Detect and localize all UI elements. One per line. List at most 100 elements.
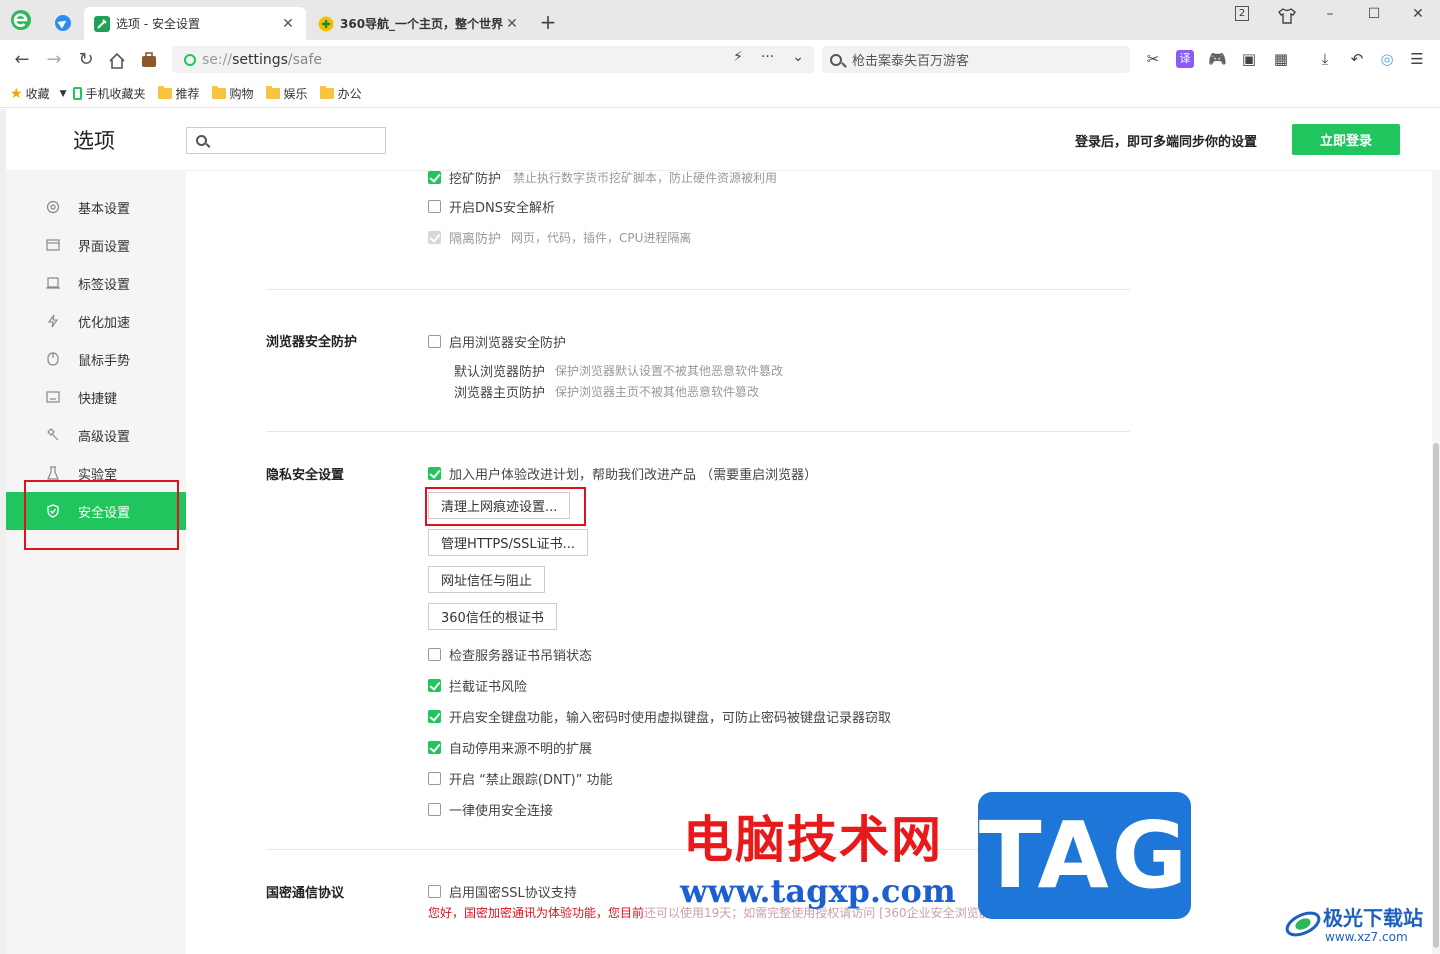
menu-icon[interactable]: ☰: [1408, 50, 1426, 68]
url-trust-block-button[interactable]: 网址信任与阻止: [428, 566, 546, 593]
highlight-box-sidebar: [24, 480, 179, 550]
chevron-down-icon[interactable]: ⌄: [792, 49, 804, 65]
search-icon: [830, 53, 842, 66]
sidebar-item-label: 界面设置: [78, 239, 131, 255]
checkbox[interactable]: [428, 803, 441, 816]
scissors-icon[interactable]: ✂: [1144, 50, 1162, 68]
tab-settings[interactable]: 选项 - 安全设置 ✕: [84, 7, 306, 40]
bookmark-folder[interactable]: 娱乐: [265, 85, 308, 102]
scrollbar-thumb[interactable]: [1433, 443, 1439, 948]
bookmark-label: 推荐: [175, 87, 200, 101]
folder-icon: [265, 86, 280, 99]
setting-label: 默认浏览器防护: [454, 365, 546, 380]
checkbox[interactable]: [428, 772, 441, 785]
briefcase-icon[interactable]: [140, 51, 158, 69]
setting-gm-ssl[interactable]: 启用国密SSL协议支持: [428, 882, 577, 901]
bookmark-folder[interactable]: 推荐: [157, 85, 200, 102]
close-tab-icon[interactable]: ✕: [280, 16, 296, 32]
folder-icon: [157, 86, 172, 99]
apps-grid-icon[interactable]: ▦: [1272, 50, 1290, 68]
refresh-icon[interactable]: ↻: [74, 48, 98, 72]
sidebar-item-advanced[interactable]: 高级设置: [6, 416, 186, 454]
jiguang-name: 极光下载站: [1323, 906, 1423, 930]
bookmark-folder[interactable]: 办公: [319, 85, 362, 102]
setting-browser-protect[interactable]: 启用浏览器安全防护: [428, 332, 566, 351]
telegram-icon[interactable]: [55, 15, 71, 31]
undo-icon[interactable]: ↶: [1348, 50, 1366, 68]
setting-check-revocation[interactable]: 检查服务器证书吊销状态: [428, 645, 592, 664]
sidebar-item-basic[interactable]: 基本设置: [6, 188, 186, 226]
checkbox[interactable]: [428, 335, 441, 348]
checkbox[interactable]: [428, 467, 441, 480]
bookmark-favorites[interactable]: ★ 收藏 ▼: [10, 85, 67, 102]
bookmark-folder[interactable]: 购物: [211, 85, 254, 102]
bookmarks-bar: ★ 收藏 ▼ 手机收藏夹 推荐 购物 娱乐 办公: [0, 80, 1440, 108]
lightning-icon[interactable]: ⚡: [733, 49, 743, 65]
setting-disable-unknown-ext[interactable]: 自动停用来源不明的扩展: [428, 738, 592, 757]
sidebar-item-label: 快捷键: [78, 391, 118, 407]
manage-ssl-certificates-button[interactable]: 管理HTTPS/SSL证书...: [428, 529, 589, 556]
address-bar[interactable]: se://settings/safe ⚡ ··· ⌄: [172, 46, 814, 73]
secure-page-icon: [184, 53, 196, 66]
login-button[interactable]: 立即登录: [1292, 124, 1400, 155]
setting-label: 自动停用来源不明的扩展: [449, 742, 593, 757]
close-tab-icon[interactable]: ✕: [504, 16, 520, 32]
reader-icon[interactable]: ▣: [1240, 50, 1258, 68]
home-icon[interactable]: [108, 52, 126, 70]
setting-label: 挖矿防护: [449, 172, 502, 187]
sidebar-item-mouse[interactable]: 鼠标手势: [6, 340, 186, 378]
setting-label: 开启 “禁止跟踪(DNT)” 功能: [449, 773, 613, 788]
checkbox[interactable]: [428, 200, 441, 213]
maximize-icon[interactable]: ☐: [1364, 6, 1384, 26]
sidebar-item-ui[interactable]: 界面设置: [6, 226, 186, 264]
sidebar-item-label: 标签设置: [78, 277, 131, 293]
setting-label: 检查服务器证书吊销状态: [449, 649, 593, 664]
tab-strip: 选项 - 安全设置 ✕ 360导航_一个主页，整个世界 ✕ + 2 – ☐ ✕: [0, 0, 1440, 40]
close-window-icon[interactable]: ✕: [1408, 6, 1428, 26]
section-title-browser-protect: 浏览器安全防护: [266, 335, 358, 350]
setting-label: 隔离防护: [449, 232, 502, 247]
bookmark-label: 购物: [229, 87, 254, 101]
sidebar-item-shortcuts[interactable]: 快捷键: [6, 378, 186, 416]
more-icon[interactable]: ···: [761, 49, 774, 65]
forward-icon[interactable]: →: [42, 48, 66, 72]
caret-down-icon[interactable]: ▼: [60, 89, 67, 99]
lightning-icon: [47, 314, 59, 328]
bookmark-label: 收藏: [25, 87, 50, 101]
sidebar-item-label: 优化加速: [78, 315, 131, 331]
gamepad-icon[interactable]: 🎮: [1208, 50, 1227, 68]
new-tab-button[interactable]: +: [538, 10, 558, 34]
browser-assistant-icon[interactable]: ◎: [1378, 50, 1396, 68]
bookmark-mobile[interactable]: 手机收藏夹: [72, 85, 146, 102]
setting-dnt[interactable]: 开启 “禁止跟踪(DNT)” 功能: [428, 769, 613, 788]
checkbox[interactable]: [428, 171, 441, 184]
trusted-root-cert-button[interactable]: 360信任的根证书: [428, 603, 557, 630]
checkbox[interactable]: [428, 648, 441, 661]
back-icon[interactable]: ←: [10, 48, 34, 72]
checkbox[interactable]: [428, 741, 441, 754]
search-input[interactable]: 枪击案泰失百万游客: [822, 46, 1130, 73]
setting-label: 启用浏览器安全防护: [449, 336, 567, 351]
setting-cert-risk[interactable]: 拦截证书风险: [428, 676, 527, 695]
browser-logo-icon[interactable]: [10, 9, 32, 31]
sidebar-item-speed[interactable]: 优化加速: [6, 302, 186, 340]
tab-360-nav[interactable]: 360导航_一个主页，整个世界 ✕: [308, 7, 530, 40]
setting-ux-plan[interactable]: 加入用户体验改进计划，帮助我们改进产品 （需要重启浏览器）: [428, 464, 817, 483]
setting-mining-protect[interactable]: 挖矿防护 禁止执行数字货币挖矿脚本，防止硬件资源被利用: [428, 171, 777, 187]
checkbox[interactable]: [428, 679, 441, 692]
checkbox[interactable]: [428, 710, 441, 723]
tab-title: 360导航_一个主页，整个世界: [340, 17, 504, 31]
setting-dns[interactable]: 开启DNS安全解析: [428, 197, 555, 216]
setting-always-https[interactable]: 一律使用安全连接: [428, 800, 553, 819]
setting-secure-keyboard[interactable]: 开启安全键盘功能，输入密码时使用虚拟键盘，可防止密码被键盘记录器窃取: [428, 707, 891, 726]
translate-icon[interactable]: 译: [1176, 50, 1194, 68]
tab-count-badge[interactable]: 2: [1235, 6, 1249, 21]
checkbox[interactable]: [428, 885, 441, 898]
vertical-scrollbar[interactable]: [1432, 171, 1440, 954]
minimize-icon[interactable]: –: [1320, 6, 1340, 26]
settings-search-input[interactable]: [186, 127, 386, 154]
sidebar-item-tabs[interactable]: 标签设置: [6, 264, 186, 302]
watermark-jiguang: 极光下载站 www.xz7.com: [1283, 900, 1433, 948]
shirt-skin-icon[interactable]: [1277, 6, 1297, 26]
download-icon[interactable]: ⤓: [1316, 50, 1334, 68]
